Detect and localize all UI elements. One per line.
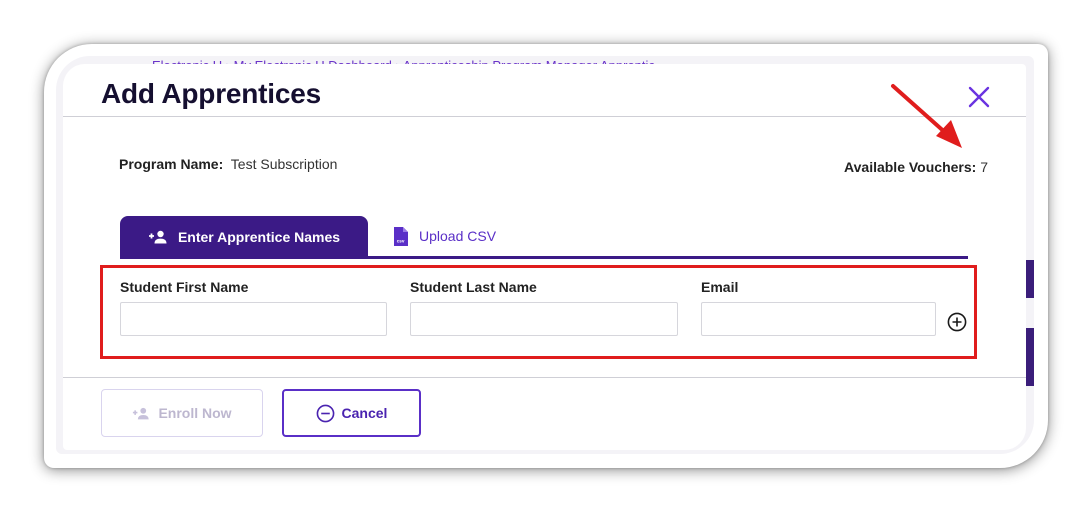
annotation-arrow-icon <box>891 84 962 148</box>
